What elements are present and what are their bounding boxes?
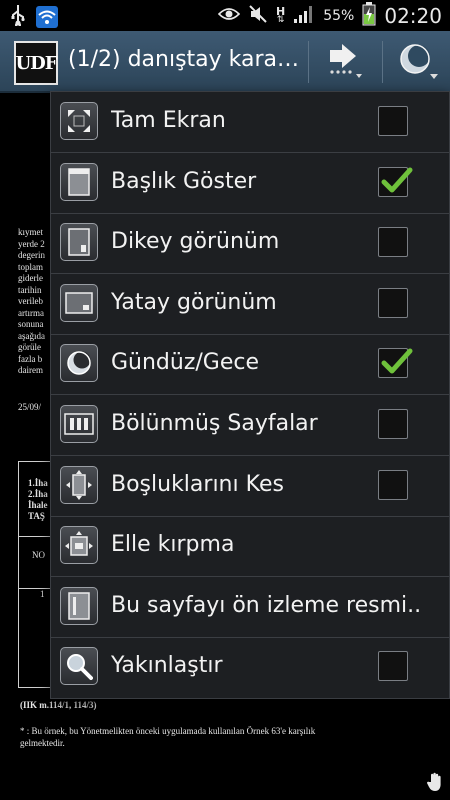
usb-icon xyxy=(10,4,26,30)
signal-icon xyxy=(293,4,315,28)
menu-item-checkbox[interactable] xyxy=(378,469,408,500)
menu-item-split-pages[interactable]: Bölünmüş Sayfalar xyxy=(51,395,449,456)
footnote-text-continued: gelmektedir. xyxy=(20,738,65,748)
eye-icon xyxy=(217,6,241,26)
action-bar-divider xyxy=(308,41,309,83)
options-menu: Tam Ekran Başlık Göster Dikey görünüm Yatay… xyxy=(50,91,450,699)
menu-item-checkbox[interactable] xyxy=(378,166,413,197)
menu-item-label: Dikey görünüm xyxy=(111,229,280,255)
menu-item-landscape-view[interactable]: Yatay görünüm xyxy=(51,274,449,335)
document-line: kıymet xyxy=(18,227,43,237)
menu-item-label: Boşluklarını Kes xyxy=(111,471,284,497)
go-to-page-icon xyxy=(322,40,364,84)
menu-item-label: Yatay görünüm xyxy=(111,289,277,315)
manual-crop-icon xyxy=(60,526,98,565)
day-night-icon xyxy=(60,344,98,383)
menu-item-label: Bölünmüş Sayfalar xyxy=(111,411,318,436)
footnote-text: * : Bu örnek, bu Yönetmelikten önceki uy… xyxy=(20,726,316,736)
mute-icon xyxy=(248,4,268,28)
battery-icon xyxy=(362,2,376,30)
menu-item-checkbox[interactable] xyxy=(378,651,408,682)
menu-item-portrait-view[interactable]: Dikey görünüm xyxy=(51,213,449,275)
document-line: toplam xyxy=(18,261,43,272)
table-header-line: İhale xyxy=(28,500,48,510)
action-bar-divider xyxy=(382,41,383,83)
menu-item-checkbox[interactable] xyxy=(378,106,408,136)
document-line: sonuna xyxy=(18,319,44,329)
app-logo[interactable]: UDF xyxy=(14,41,58,85)
split-pages-icon xyxy=(60,405,98,443)
document-line: yerde 2 xyxy=(18,238,45,249)
portrait-view-icon xyxy=(60,223,98,262)
crop-margins-icon xyxy=(60,465,98,504)
document-line: tarihin xyxy=(18,284,42,295)
show-title-icon xyxy=(60,162,98,201)
table-no-label: NO xyxy=(32,550,45,560)
page-preview-icon xyxy=(60,586,98,625)
status-bar: H ⇅ 55% 02:20 xyxy=(0,0,450,31)
clock: 02:20 xyxy=(384,4,442,28)
fullscreen-icon xyxy=(60,102,98,140)
table-header-line: 2.İha xyxy=(28,489,48,499)
document-line: giderle xyxy=(18,273,43,283)
document-line: artırma xyxy=(18,307,44,318)
table-header-line: TAŞ xyxy=(28,511,45,521)
table-row-number: 1 xyxy=(40,589,45,599)
go-to-page-button[interactable] xyxy=(318,39,368,85)
table-header-line: 1.İha xyxy=(28,478,48,488)
document-date: 25/09/ xyxy=(18,402,42,412)
menu-item-checkbox[interactable] xyxy=(378,348,413,379)
menu-item-checkbox[interactable] xyxy=(378,287,408,318)
menu-item-show-title[interactable]: Başlık Göster xyxy=(51,153,449,214)
data-arrows-icon: H ⇅ xyxy=(276,5,286,25)
footnote-reference: (IIK m.114/1, 114/3) xyxy=(20,700,97,710)
day-night-icon xyxy=(395,40,439,84)
day-night-button[interactable] xyxy=(392,39,442,85)
menu-item-crop-margins[interactable]: Boşluklarını Kes xyxy=(51,456,449,517)
landscape-view-icon xyxy=(60,283,98,322)
menu-item-zoom[interactable]: Yakınlaştır xyxy=(51,637,449,697)
menu-item-label: Tam Ekran xyxy=(111,108,226,133)
menu-item-label: Yakınlaştır xyxy=(111,653,223,679)
checkmark-icon xyxy=(381,348,413,374)
menu-item-fullscreen[interactable]: Tam Ekran xyxy=(51,92,449,153)
menu-item-label: Gündüz/Gece xyxy=(111,350,260,376)
hand-icon[interactable] xyxy=(426,772,444,796)
wifi-icon xyxy=(36,6,58,28)
menu-item-checkbox[interactable] xyxy=(378,227,408,258)
document-line: aşağıda xyxy=(18,330,45,341)
menu-item-page-preview[interactable]: Bu sayfayı ön izleme resmi.. xyxy=(51,577,449,638)
battery-percent: 55% xyxy=(323,8,355,24)
menu-item-label: Başlık Göster xyxy=(111,168,257,194)
document-line: degerin xyxy=(18,250,45,260)
checkmark-icon xyxy=(381,167,413,193)
action-bar: UDF (1/2) danıştay kararı.. xyxy=(0,31,450,93)
document-line: fazla b xyxy=(18,353,43,364)
menu-item-label: Elle kırpma xyxy=(111,532,235,558)
menu-item-day-night[interactable]: Gündüz/Gece xyxy=(51,334,449,396)
menu-item-manual-crop[interactable]: Elle kırpma xyxy=(51,516,449,578)
document-line: görüle xyxy=(18,342,41,352)
document-title: (1/2) danıştay kararı.. xyxy=(68,47,300,72)
document-line: verileb xyxy=(18,296,43,306)
document-line: dairem xyxy=(18,365,43,375)
zoom-icon xyxy=(60,647,98,686)
menu-item-label: Bu sayfayı ön izleme resmi.. xyxy=(111,592,422,618)
menu-item-checkbox[interactable] xyxy=(378,409,408,439)
